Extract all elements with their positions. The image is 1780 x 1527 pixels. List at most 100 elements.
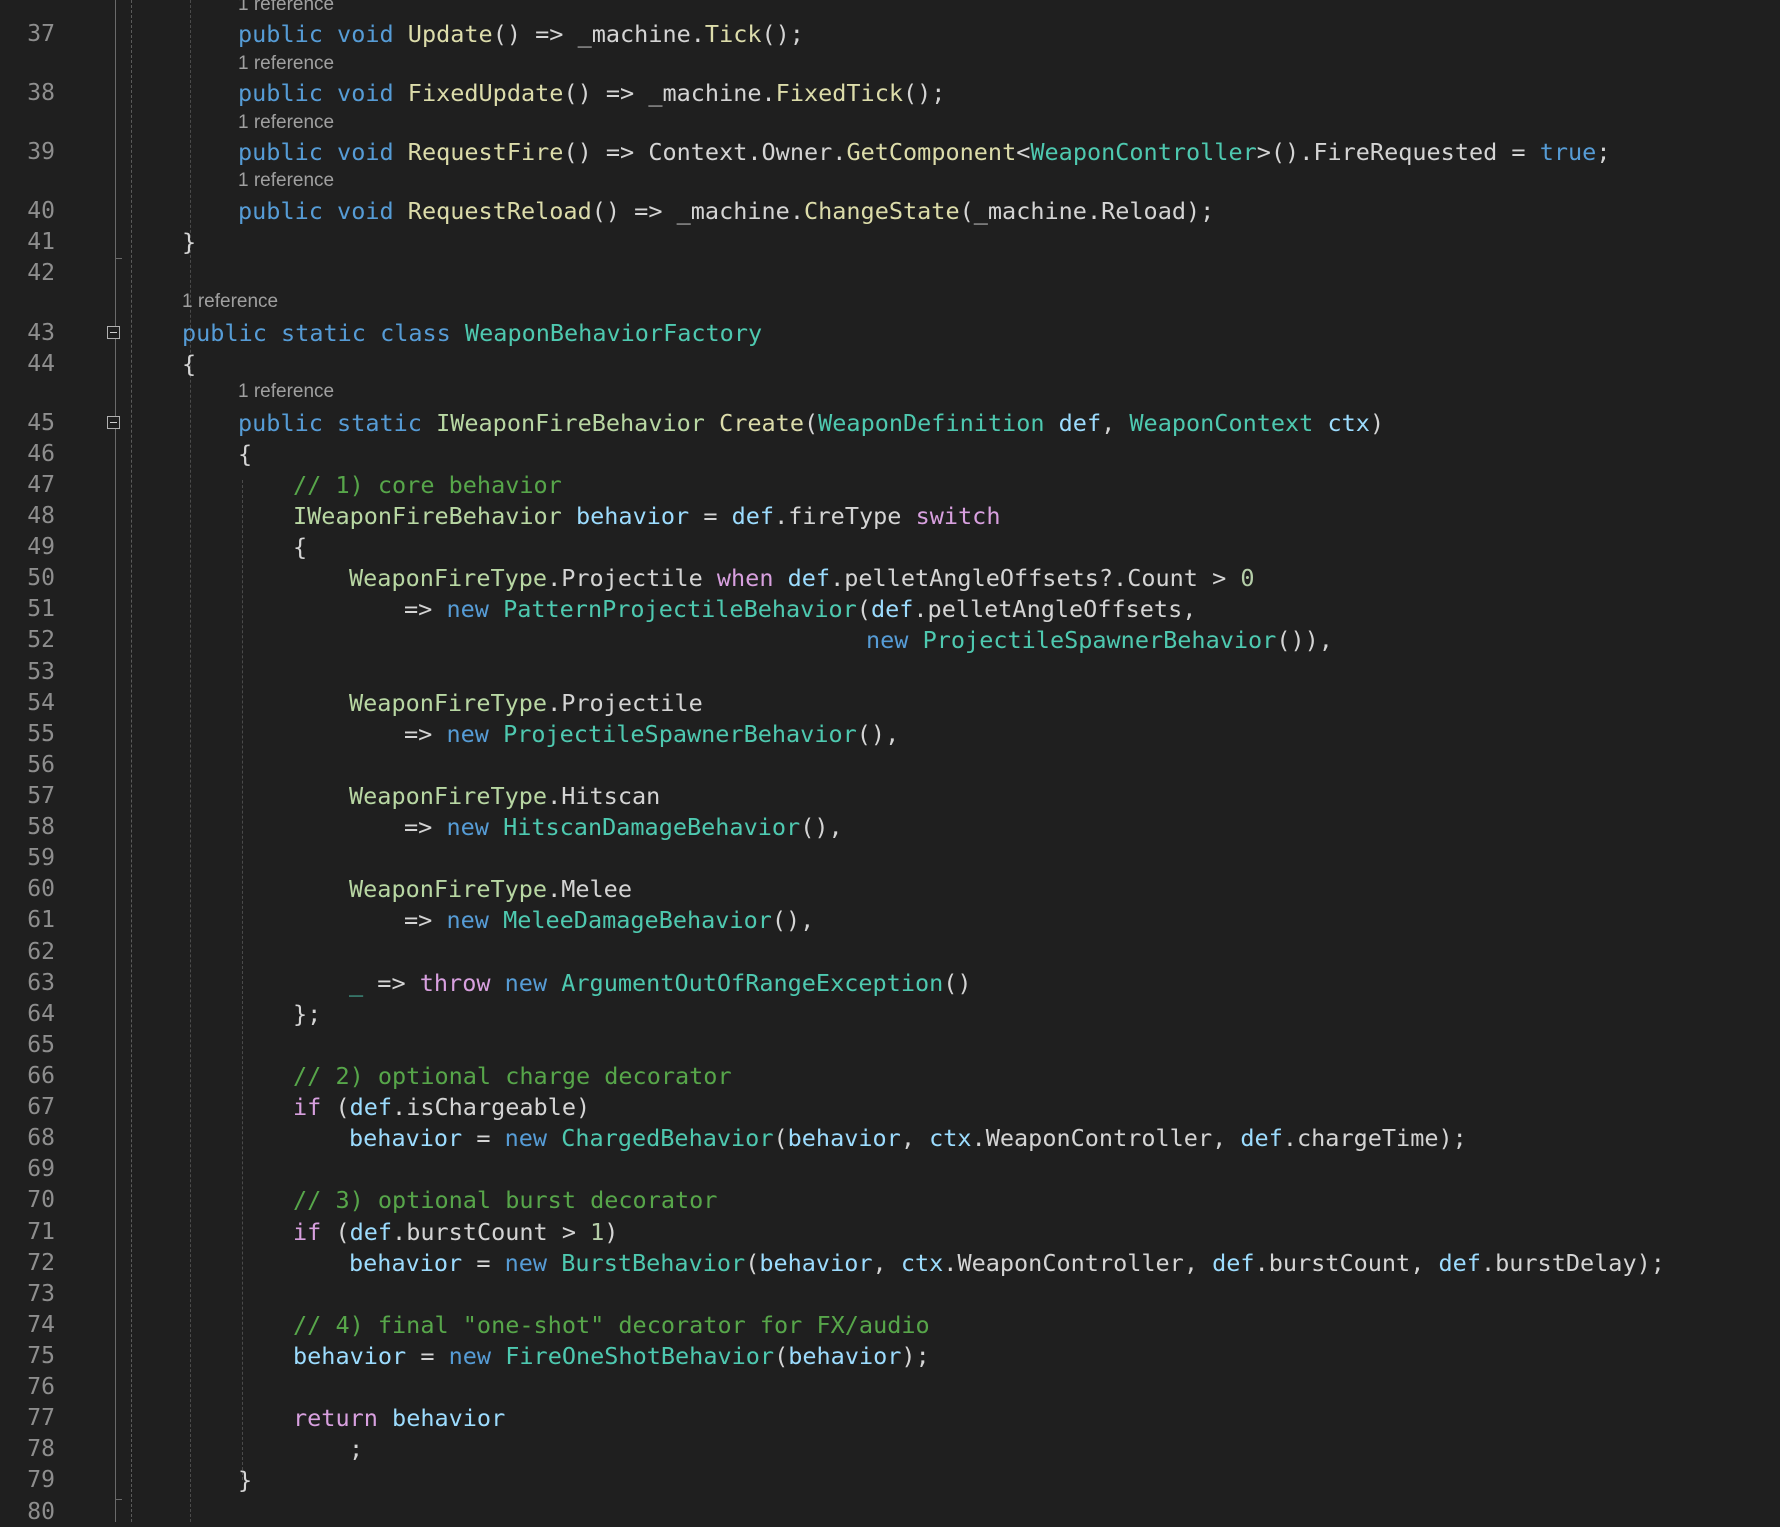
parameter-token: def [870, 595, 914, 623]
code-line[interactable]: _ => throw new ArgumentOutOfRangeExcepti… [349, 968, 972, 998]
code-line[interactable]: { [293, 532, 307, 562]
code-line[interactable]: if (def.isChargeable) [293, 1092, 590, 1122]
keyword-token: static [281, 319, 366, 347]
punct-token: => [404, 720, 447, 748]
code-line[interactable]: WeaponFireType.Melee [349, 874, 632, 904]
code-line[interactable]: // 2) optional charge decorator [293, 1061, 732, 1091]
code-line[interactable]: // 4) final "one-shot" decorator for FX/… [293, 1310, 930, 1340]
method-token: GetComponent [846, 138, 1017, 166]
change-margin [131, 0, 132, 1522]
code-line[interactable]: public void RequestFire() => Context.Own… [238, 137, 1610, 167]
codelens-references[interactable]: 1 reference [238, 381, 334, 403]
punct-token: . [830, 564, 845, 592]
punct-token: (), [800, 813, 843, 841]
punct-token: { [238, 440, 253, 468]
enum-token: WeaponFireType [349, 782, 548, 810]
line-number: 66 [27, 1063, 55, 1089]
line-number: 74 [27, 1312, 55, 1338]
code-line[interactable]: WeaponFireType.Projectile [349, 688, 703, 718]
number-token: 0 [1240, 564, 1255, 592]
punct-token: = [462, 1124, 505, 1152]
code-line[interactable]: WeaponFireType.Projectile when def.pelle… [349, 563, 1255, 593]
code-line[interactable]: behavior = new BurstBehavior(behavior, c… [349, 1248, 1665, 1278]
punct-token: , [1101, 409, 1130, 437]
line-number: 78 [27, 1436, 55, 1462]
punct-token: () => [591, 197, 677, 225]
punct-token: () => [492, 20, 578, 48]
code-line[interactable]: } [238, 1465, 252, 1495]
code-line[interactable]: behavior = new FireOneShotBehavior(behav… [293, 1341, 930, 1371]
line-number: 71 [27, 1219, 55, 1245]
codelens-references[interactable]: 1 reference [238, 170, 334, 192]
code-line[interactable]: if (def.burstCount > 1) [293, 1217, 618, 1247]
line-number: 47 [27, 472, 55, 498]
collapse-method-icon[interactable] [107, 416, 120, 429]
code-line[interactable]: WeaponFireType.Hitscan [349, 781, 660, 811]
field-token: _machine [648, 79, 762, 107]
code-line[interactable]: return behavior [293, 1403, 505, 1433]
code-line[interactable]: // 1) core behavior [293, 470, 562, 500]
code-line[interactable]: public static class WeaponBehaviorFactor… [182, 318, 762, 348]
code-line[interactable]: public void RequestReload() => _machine.… [238, 196, 1214, 226]
keyword-token: void [337, 197, 394, 225]
field-token: burstCount [1268, 1249, 1411, 1277]
code-line[interactable]: { [238, 439, 252, 469]
codelens-references[interactable]: 1 reference [182, 291, 278, 313]
code-line[interactable]: new ProjectileSpawnerBehavior()), [866, 625, 1333, 655]
line-number: 63 [27, 970, 55, 996]
code-line[interactable]: }; [293, 999, 321, 1029]
line-number: 67 [27, 1094, 55, 1120]
punct-token: ()), [1276, 626, 1333, 654]
codelens-references[interactable]: 1 reference [238, 112, 334, 134]
line-number: 76 [27, 1374, 55, 1400]
code-line[interactable]: => new ProjectileSpawnerBehavior(), [404, 719, 899, 749]
code-line[interactable]: public void Update() => _machine.Tick(); [238, 19, 804, 49]
punct-token: . [690, 20, 705, 48]
code-line[interactable]: public static IWeaponFireBehavior Create… [238, 408, 1384, 438]
code-line[interactable]: => new PatternProjectileBehavior(def.pel… [404, 594, 1196, 624]
punct-token: = [462, 1249, 505, 1277]
code-line[interactable]: { [182, 349, 196, 379]
punct-token: = [689, 502, 732, 530]
codelens-references[interactable]: 1 reference [238, 53, 334, 75]
code-line[interactable]: => new HitscanDamageBehavior(), [404, 812, 843, 842]
field-token: chargeTime [1297, 1124, 1439, 1152]
code-line[interactable]: // 3) optional burst decorator [293, 1185, 717, 1215]
code-line[interactable]: behavior = new ChargedBehavior(behavior,… [349, 1123, 1467, 1153]
punct-token: => [363, 969, 420, 997]
code-line[interactable]: ; [349, 1434, 363, 1464]
codelens-references[interactable]: 1 reference [238, 0, 334, 16]
punct-token: , [872, 1249, 901, 1277]
code-editor[interactable]: { "line_numbers": ["37","38","39","40","… [0, 0, 1780, 1525]
punct-token: ; [1596, 138, 1611, 166]
code-line[interactable]: => new MeleeDamageBehavior(), [404, 905, 814, 935]
collapse-class-icon[interactable] [107, 326, 120, 339]
punct-token: . [1480, 1249, 1496, 1277]
code-line[interactable]: public void FixedUpdate() => _machine.Fi… [238, 78, 945, 108]
punct-token: . [774, 502, 789, 530]
comment-token: // 1) core behavior [293, 471, 562, 499]
property-token: Owner [761, 138, 833, 166]
line-number: 80 [27, 1499, 55, 1525]
punct-token: . [943, 1249, 958, 1277]
line-number: 73 [27, 1281, 55, 1307]
field-token: pelletAngleOffsets [927, 595, 1183, 623]
keyword-token: new [866, 626, 909, 654]
local-token: behavior [349, 1124, 463, 1152]
code-line[interactable]: } [182, 227, 196, 257]
keyword-token: class [380, 319, 451, 347]
parameter-token: def [1212, 1249, 1255, 1277]
comment-token: // 3) optional burst decorator [293, 1186, 718, 1214]
type-token: ProjectileSpawnerBehavior [503, 720, 857, 748]
code-line[interactable]: IWeaponFireBehavior behavior = def.fireT… [293, 501, 1000, 531]
line-number: 61 [27, 907, 55, 933]
